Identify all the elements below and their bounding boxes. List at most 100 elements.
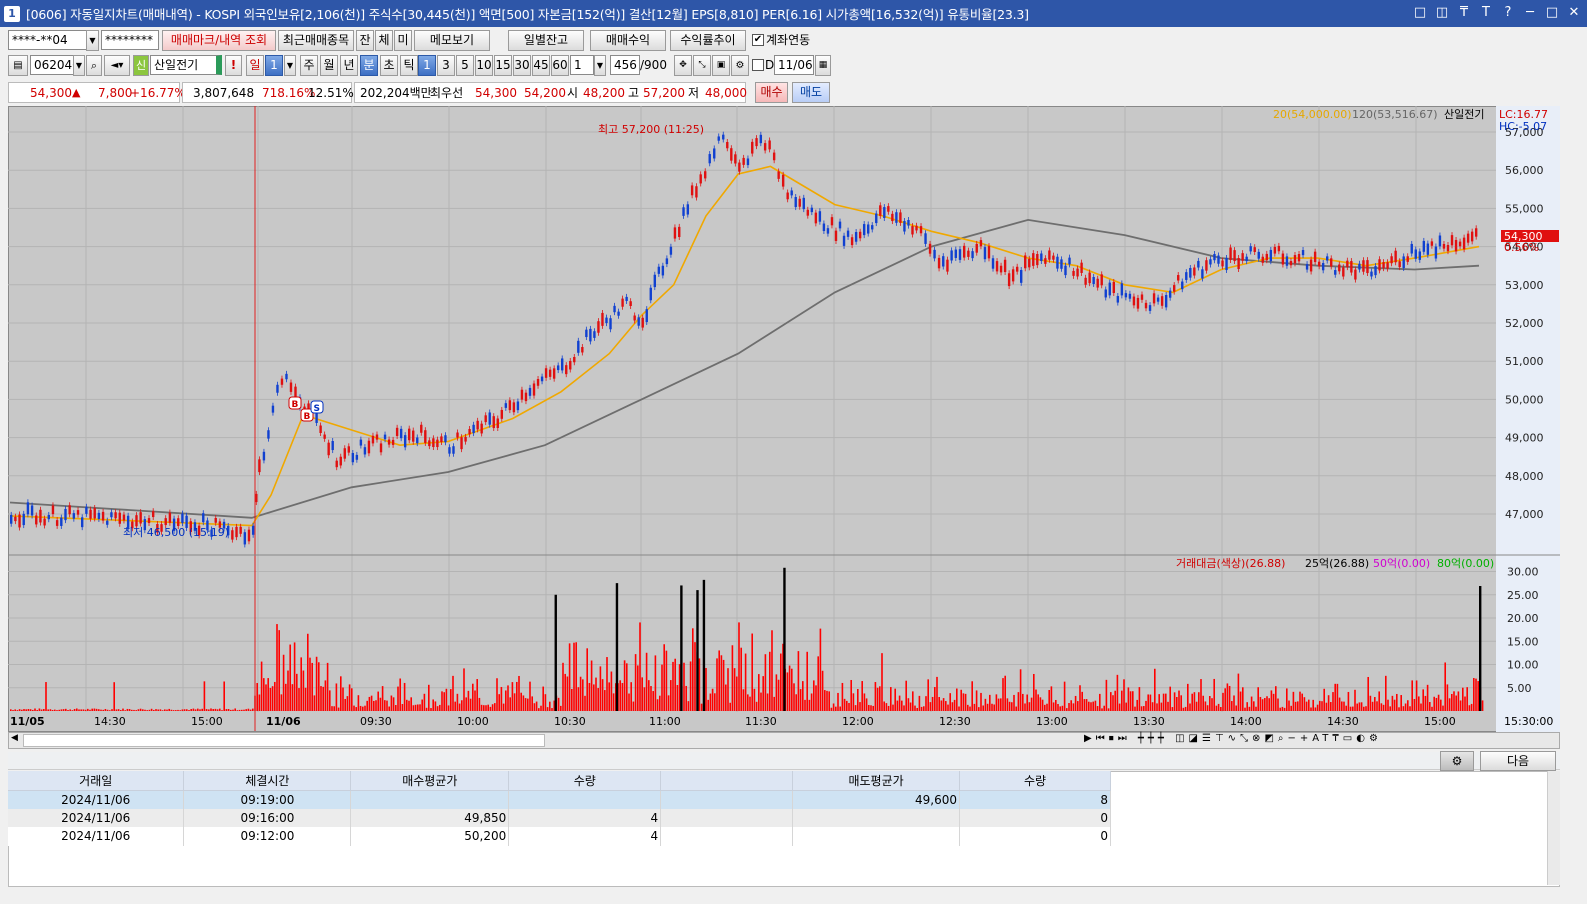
volume-bar	[120, 710, 122, 711]
volume-bar	[1281, 706, 1284, 711]
candle-body	[1430, 241, 1434, 246]
volume-bar	[1470, 703, 1473, 711]
volume-bar	[1090, 702, 1092, 711]
candle-body	[93, 507, 96, 519]
table-row[interactable]: 2024/11/06 09:12:00 50,200 4 0	[8, 827, 1111, 846]
header-exec-time[interactable]: 체결시간	[183, 771, 352, 791]
volume-bar	[82, 709, 85, 711]
candle-body	[1092, 276, 1095, 284]
volume-bar	[758, 674, 760, 711]
volume-legend-50: 50억(0.00)	[1373, 557, 1430, 570]
volume-bar	[1235, 705, 1237, 711]
volume-bar	[804, 699, 806, 711]
volume-bar	[1464, 696, 1466, 711]
volume-bar	[219, 708, 221, 711]
volume-bar	[687, 701, 690, 711]
candle-body	[243, 532, 247, 545]
volume-bar	[813, 680, 815, 711]
volume-bar	[381, 686, 384, 711]
volume-bar	[993, 704, 995, 711]
scroll-thumb[interactable]	[23, 734, 545, 747]
candle-body	[954, 249, 958, 258]
volume-bar	[1310, 707, 1312, 711]
candle-body	[629, 301, 632, 307]
volume-bar	[71, 710, 74, 711]
candle-body	[755, 138, 758, 147]
volume-bar	[348, 684, 351, 711]
candle-body	[1470, 231, 1474, 242]
low-annotation: 최저 46,500 (15:19)	[123, 526, 229, 539]
volume-bar	[1176, 697, 1178, 711]
candle-body	[1076, 268, 1079, 277]
time-tick-label: 09:30	[360, 715, 392, 728]
header-trade-date[interactable]: 거래일	[8, 771, 185, 791]
volume-bar	[1129, 691, 1132, 711]
volume-bar	[714, 693, 716, 711]
candle-body	[1410, 243, 1413, 254]
volume-bar	[535, 701, 538, 711]
grid-scrollbar[interactable]	[1547, 771, 1560, 885]
volume-bar	[859, 702, 861, 711]
volume-bar	[447, 705, 450, 711]
candle-body	[999, 265, 1003, 273]
volume-bar	[997, 698, 1000, 711]
volume-bar	[124, 710, 126, 711]
candle-body	[561, 358, 564, 371]
volume-bar	[1244, 707, 1246, 711]
candle-body	[826, 228, 830, 234]
candle-body	[1201, 269, 1204, 279]
table-row[interactable]: 2024/11/06 09:19:00 49,600 8	[8, 790, 1111, 809]
chart-scrollbar[interactable]: ◀ ▶⏮⏹⏭ ┿┿┿ ◫◪☰⊤∿⤡⊗◩⌕−+AT₸▭◐⚙	[8, 732, 1560, 749]
candle-body	[637, 317, 640, 326]
candle-body	[14, 516, 17, 522]
header-buy-qty[interactable]: 수량	[508, 771, 662, 791]
candle-body	[276, 384, 279, 393]
candle-body	[26, 502, 30, 515]
volume-bar	[472, 683, 474, 711]
time-tick-label: 11:00	[649, 715, 681, 728]
volume-bar	[146, 710, 148, 711]
volume-bar	[978, 707, 980, 711]
grid-settings-icon[interactable]: ⚙	[1440, 751, 1474, 771]
chart-tool-strip[interactable]: ▶⏮⏹⏭ ┿┿┿ ◫◪☰⊤∿⤡⊗◩⌕−+AT₸▭◐⚙	[1084, 733, 1382, 744]
candle-body	[581, 347, 584, 353]
volume-bar	[137, 709, 140, 711]
volume-bar	[1374, 697, 1376, 711]
candle-body	[147, 518, 151, 524]
candle-body	[1237, 257, 1240, 270]
candle-body	[1197, 260, 1200, 268]
volume-bar	[1037, 694, 1039, 711]
volume-bar	[260, 661, 263, 711]
candle-body	[1338, 264, 1341, 272]
candle-body	[1168, 290, 1172, 298]
table-row[interactable]: 2024/11/06 09:16:00 49,850 4 0	[8, 808, 1111, 827]
volume-bar	[175, 710, 177, 711]
volume-bar	[689, 661, 692, 711]
candle-body	[601, 312, 604, 326]
volume-bar	[1380, 703, 1383, 711]
header-sell-avg[interactable]: 매도평균가	[792, 771, 961, 791]
volume-legend-25: 25억(26.88)	[1305, 557, 1369, 570]
scroll-left-icon[interactable]: ◀	[11, 733, 18, 743]
header-sell-qty[interactable]: 수량	[959, 771, 1111, 791]
volume-bar	[927, 679, 929, 711]
candle-body	[708, 154, 711, 164]
cell-buy-avg: 49,850	[350, 808, 510, 827]
volume-legend-80: 80억(0.00)	[1437, 557, 1494, 570]
volume-bar	[1011, 702, 1013, 711]
next-button[interactable]: 다음	[1480, 751, 1556, 771]
volume-bar	[960, 689, 962, 711]
volume-bar	[1404, 703, 1407, 711]
volume-bar	[542, 686, 544, 711]
volume-bar	[1004, 675, 1006, 711]
volume-bar	[901, 700, 903, 711]
volume-bar	[73, 708, 76, 711]
volume-bar	[718, 650, 720, 711]
volume-bar	[263, 678, 265, 711]
candle-body	[907, 219, 910, 226]
header-buy-avg[interactable]: 매수평균가	[350, 771, 510, 791]
candle-body	[846, 230, 850, 237]
volume-bar	[905, 680, 907, 711]
volume-bar	[982, 705, 984, 711]
volume-bar	[188, 710, 190, 711]
